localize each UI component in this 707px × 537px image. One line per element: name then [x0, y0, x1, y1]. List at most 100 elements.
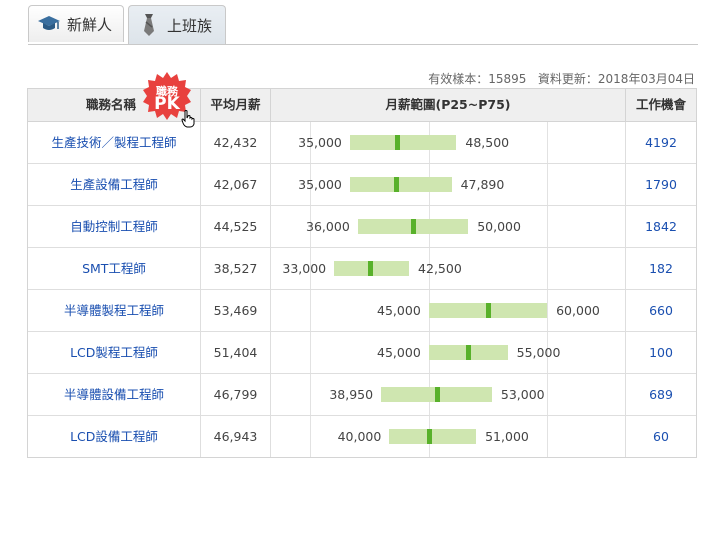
table-row: 自動控制工程師 44,525 36,000 50,000 1842 — [28, 206, 696, 248]
job-name-link[interactable]: LCD製程工程師 — [28, 332, 200, 373]
tab-label: 新鮮人 — [67, 15, 113, 34]
grid-line — [310, 416, 312, 457]
table-row: 生產設備工程師 42,067 35,000 47,890 1790 — [28, 164, 696, 206]
salary-range-chart: 40,000 51,000 — [271, 416, 626, 457]
salary-table: 職務名稱 平均月薪 月薪範圍(P25~P75) 工作機會 生產技術／製程工程師 4… — [27, 88, 697, 458]
table-row: 半導體設備工程師 46,799 38,950 53,000 689 — [28, 374, 696, 416]
avg-salary: 42,432 — [200, 122, 270, 163]
avg-salary: 42,067 — [200, 164, 270, 205]
salary-range-bar — [349, 177, 452, 192]
avg-salary: 51,404 — [200, 332, 270, 373]
update-value: 2018年03月04日 — [597, 72, 695, 86]
p75-label: 51,000 — [485, 429, 529, 444]
tab-bar: 新鮮人 上班族 — [28, 5, 698, 45]
table-body: 生產技術／製程工程師 42,432 35,000 48,500 4192 生產設備工程師 4… — [28, 122, 696, 457]
grid-line — [547, 374, 549, 415]
salary-median-marker — [367, 261, 373, 276]
p75-label: 48,500 — [465, 135, 510, 150]
salary-range-bar — [349, 135, 457, 150]
grid-line — [310, 332, 312, 373]
p25-label: 45,000 — [377, 303, 421, 318]
avg-salary: 44,525 — [200, 206, 270, 247]
grid-line — [310, 290, 312, 331]
job-name-link[interactable]: 生產技術／製程工程師 — [28, 122, 200, 163]
p75-label: 50,000 — [477, 219, 521, 234]
p75-label: 47,890 — [460, 177, 505, 192]
grid-line — [547, 416, 549, 457]
job-openings-link[interactable]: 100 — [625, 332, 696, 373]
p75-label: 53,000 — [500, 387, 545, 402]
p75-label: 42,500 — [418, 261, 462, 276]
salary-range-cell: 45,000 60,000 — [270, 290, 625, 331]
p25-label: 35,000 — [298, 177, 342, 192]
p75-label: 60,000 — [556, 303, 600, 318]
table-row: LCD設備工程師 46,943 40,000 51,000 60 — [28, 416, 696, 457]
job-name-link[interactable]: LCD設備工程師 — [28, 416, 200, 457]
salary-range-chart: 35,000 48,500 — [271, 122, 626, 163]
job-name-link[interactable]: 半導體製程工程師 — [28, 290, 200, 331]
salary-range-chart: 38,950 53,000 — [271, 374, 626, 415]
table-header: 職務名稱 平均月薪 月薪範圍(P25~P75) 工作機會 — [28, 89, 696, 122]
header-avg-salary: 平均月薪 — [200, 89, 270, 121]
grid-line — [547, 122, 549, 163]
salary-range-cell: 45,000 55,000 — [270, 332, 625, 373]
avg-salary: 46,799 — [200, 374, 270, 415]
p25-label: 38,950 — [329, 387, 374, 402]
job-openings-link[interactable]: 182 — [625, 248, 696, 289]
p25-label: 45,000 — [377, 345, 421, 360]
job-name-link[interactable]: SMT工程師 — [28, 248, 200, 289]
grid-line — [547, 290, 549, 331]
salary-median-marker — [466, 345, 472, 360]
job-name-link[interactable]: 自動控制工程師 — [28, 206, 200, 247]
job-name-link[interactable]: 生產設備工程師 — [28, 164, 200, 205]
salary-range-cell: 36,000 50,000 — [270, 206, 625, 247]
salary-range-cell: 35,000 47,890 — [270, 164, 625, 205]
salary-range-chart: 45,000 60,000 — [271, 290, 626, 331]
salary-median-marker — [485, 303, 491, 318]
avg-salary: 46,943 — [200, 416, 270, 457]
salary-range-cell: 40,000 51,000 — [270, 416, 625, 457]
p25-label: 40,000 — [337, 429, 382, 444]
job-name-link[interactable]: 半導體設備工程師 — [28, 374, 200, 415]
salary-range-chart: 36,000 50,000 — [271, 206, 626, 247]
p25-label: 36,000 — [306, 219, 350, 234]
table-row: 生產技術／製程工程師 42,432 35,000 48,500 4192 — [28, 122, 696, 164]
salary-median-marker — [393, 177, 399, 192]
salary-median-marker — [395, 135, 401, 150]
avg-salary: 38,527 — [200, 248, 270, 289]
header-salary-range: 月薪範圍(P25~P75) — [270, 89, 625, 121]
tab-office-worker[interactable]: 上班族 — [128, 5, 226, 44]
salary-range-cell: 38,950 53,000 — [270, 374, 625, 415]
table-row: SMT工程師 38,527 33,000 42,500 182 — [28, 248, 696, 290]
grid-line — [547, 164, 549, 205]
grid-line — [547, 206, 549, 247]
update-label: 資料更新： — [537, 72, 598, 86]
avg-salary: 53,469 — [200, 290, 270, 331]
p75-label: 55,000 — [516, 345, 561, 360]
salary-median-marker — [434, 387, 440, 402]
salary-range-cell: 35,000 48,500 — [270, 122, 625, 163]
sample-value: 15895 — [488, 72, 527, 86]
sample-label: 有效樣本： — [428, 72, 489, 86]
grid-line — [310, 374, 312, 415]
hand-cursor-icon — [181, 110, 195, 128]
table-row: LCD製程工程師 51,404 45,000 55,000 100 — [28, 332, 696, 374]
job-openings-link[interactable]: 60 — [625, 416, 696, 457]
job-openings-link[interactable]: 660 — [625, 290, 696, 331]
job-openings-link[interactable]: 4192 — [625, 122, 696, 163]
tab-new-graduate[interactable]: 新鮮人 — [28, 5, 124, 42]
tab-label: 上班族 — [167, 16, 213, 35]
job-openings-link[interactable]: 1842 — [625, 206, 696, 247]
salary-median-marker — [411, 219, 416, 234]
grid-line — [547, 248, 549, 289]
job-openings-link[interactable]: 689 — [625, 374, 696, 415]
salary-median-marker — [426, 429, 432, 444]
salary-range-chart: 33,000 42,500 — [271, 248, 626, 289]
salary-range-cell: 33,000 42,500 — [270, 248, 625, 289]
p25-label: 33,000 — [282, 261, 327, 276]
graduation-cap-icon — [37, 12, 61, 36]
job-openings-link[interactable]: 1790 — [625, 164, 696, 205]
salary-range-chart: 45,000 55,000 — [271, 332, 626, 373]
salary-range-chart: 35,000 47,890 — [271, 164, 626, 205]
sample-info: 有效樣本：15895 資料更新：2018年03月04日 — [428, 70, 695, 87]
